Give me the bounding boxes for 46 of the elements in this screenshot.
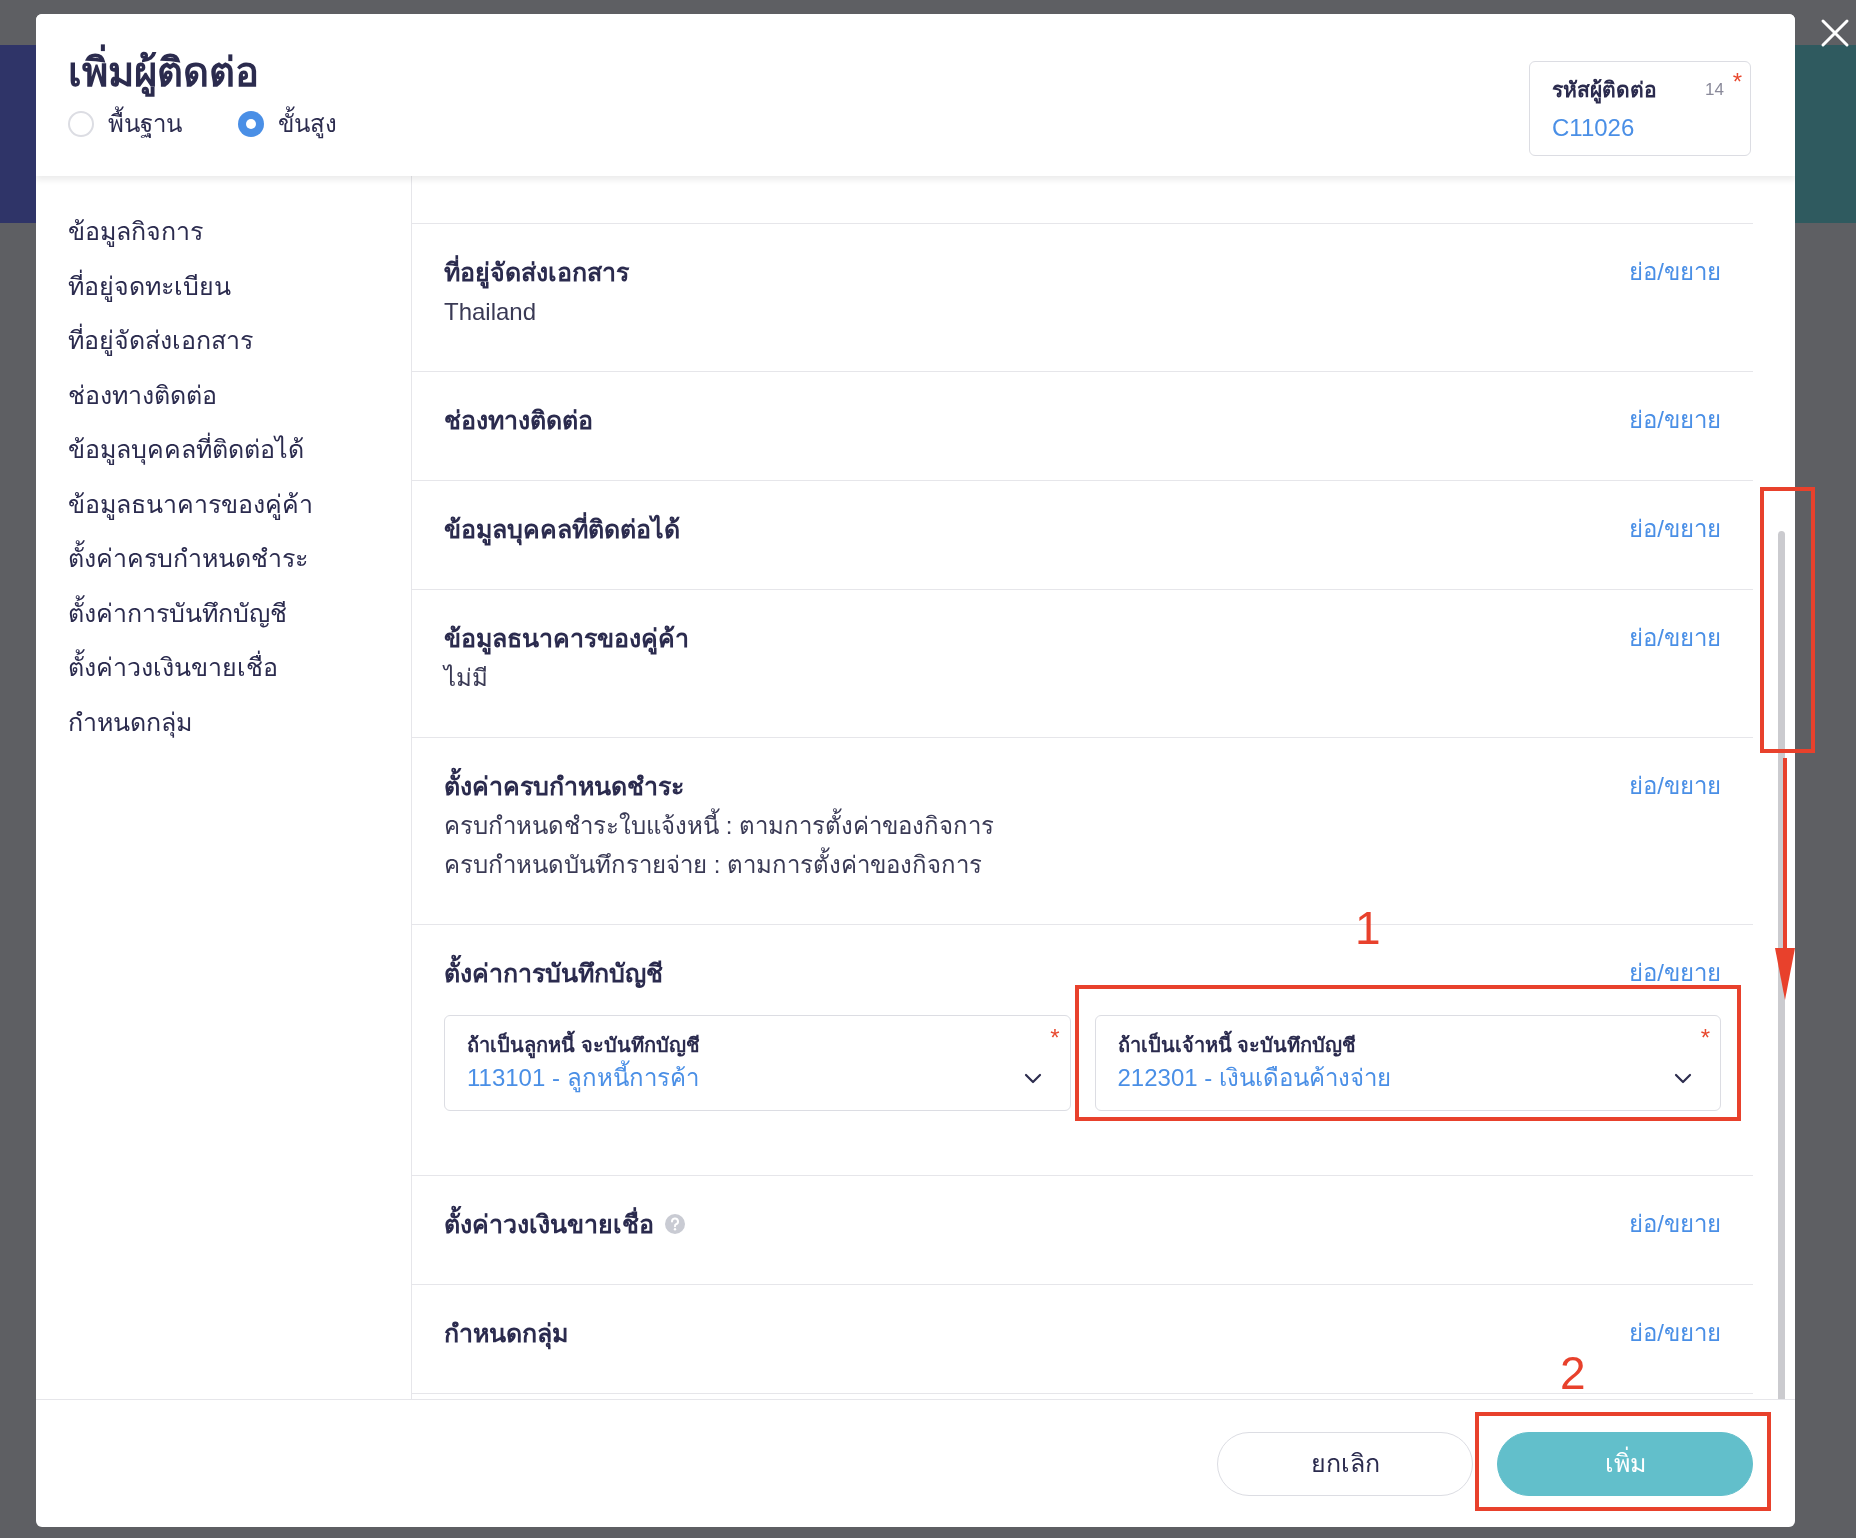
sidebar-item[interactable]: ข้อมูลบุคคลที่ติดต่อได้ <box>68 422 411 477</box>
sidebar-item[interactable]: ที่อยู่จัดส่งเอกสาร <box>68 313 411 368</box>
section-title: ตั้งค่าการบันทึกบัญชี <box>444 953 663 993</box>
mode-radio[interactable]: ขั้นสูง <box>238 106 337 142</box>
mode-radio[interactable]: พื้นฐาน <box>68 106 182 142</box>
sidebar-item[interactable]: ที่อยู่จดทะเบียน <box>68 258 411 313</box>
select-label: ถ้าเป็นลูกหนี้ จะบันทึกบัญชี <box>467 1030 1042 1060</box>
sidebar-item[interactable]: กำหนดกลุ่ม <box>68 694 411 749</box>
help-icon <box>664 1213 686 1235</box>
dialog-title: เพิ่มผู้ติดต่อ <box>68 44 337 100</box>
required-mark: * <box>1050 1023 1060 1053</box>
account-select[interactable]: * ถ้าเป็นเจ้าหนี้ จะบันทึกบัญชี 212301 - เงินเดือนค้างจ่าย <box>1094 1015 1721 1111</box>
sidebar-item[interactable]: ตั้งค่าการบันทึกบัญชี <box>68 585 411 640</box>
section-text: ครบกำหนดบันทึกรายจ่าย : ตามการตั้งค่าของกิจการ <box>444 845 1721 884</box>
sidebar-item[interactable]: ช่องทางติดต่อ <box>68 367 411 422</box>
field-value: C11026 <box>1552 112 1636 143</box>
sidebar-item[interactable]: ข้อมูลกิจการ <box>68 204 411 259</box>
scrollbar[interactable] <box>1778 531 1785 1399</box>
account-select[interactable]: * ถ้าเป็นลูกหนี้ จะบันทึกบัญชี 113101 - ลูกหนี้การค้า <box>444 1015 1071 1111</box>
close-icon[interactable] <box>1820 18 1850 48</box>
annotation-number: 2 <box>1560 1350 1586 1396</box>
chevron-down-icon <box>1023 1072 1042 1084</box>
contact-code-field[interactable]: รหัสผู้ติดต่อ 14 * C11026 <box>1529 61 1751 156</box>
section-text: ครบกำหนดชำระใบแจ้งหนี้ : ตามการตั้งค่าของกิจการ <box>444 806 1721 845</box>
chevron-down-icon <box>1674 1072 1692 1084</box>
section-title: ตั้งค่าครบกำหนดชำระ <box>444 766 684 806</box>
section-title: ช่องทางติดต่อ <box>444 405 593 436</box>
character-counter: 14 <box>1705 79 1724 101</box>
field-label: รหัสผู้ติดต่อ <box>1552 74 1657 106</box>
sidebar-item[interactable]: ข้อมูลธนาคารของคู่ค้า <box>68 476 411 531</box>
section-text: ไม่มี <box>444 663 489 693</box>
sidebar-item[interactable]: ตั้งค่าครบกำหนดชำระ <box>68 531 411 586</box>
select-value: 113101 - ลูกหนี้การค้า <box>467 1060 699 1096</box>
select-value: 212301 - เงินเดือนค้างจ่าย <box>1117 1063 1391 1093</box>
sidebar-item[interactable]: ตั้งค่าวงเงินขายเชื่อ <box>68 640 411 695</box>
annotation-number: 1 <box>1355 905 1381 951</box>
section-title: ข้อมูลบุคคลที่ติดต่อได้ <box>444 509 680 549</box>
section-title: ข้อมูลธนาคารของคู่ค้า <box>444 618 689 658</box>
required-mark: * <box>1700 1023 1710 1053</box>
section-text: Thailand <box>444 297 538 327</box>
select-label: ถ้าเป็นเจ้าหนี้ จะบันทึกบัญชี <box>1117 1030 1692 1060</box>
section-title: ตั้งค่าวงเงินขายเชื่อ <box>444 1204 654 1244</box>
required-mark: * <box>1732 67 1742 97</box>
cancel-button[interactable]: ยกเลิก <box>1217 1431 1473 1496</box>
section-title: ที่อยู่จัดส่งเอกสาร <box>444 252 629 292</box>
section-title: กำหนดกลุ่ม <box>444 1313 568 1353</box>
